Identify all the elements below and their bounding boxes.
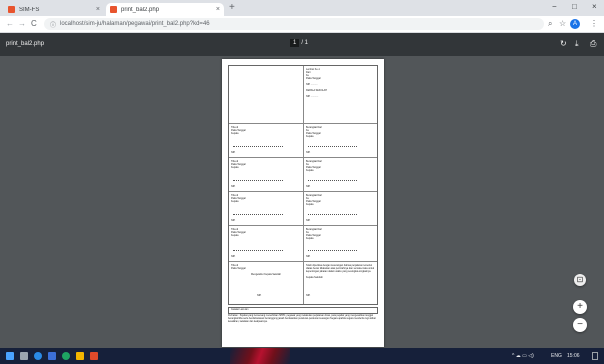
table-cell: Telah diperiksa dengan keterangan bahwa … (306, 264, 375, 297)
address-bar[interactable]: ⓘ localhost/sim-ju/halaman/pegawai/print… (44, 18, 544, 30)
new-tab-button[interactable]: + (229, 3, 235, 13)
document-note: Catatan Lain-lain Perhatian : Pejabat ya… (228, 307, 378, 324)
zoom-in-button[interactable]: + (573, 300, 587, 314)
language-indicator[interactable]: ENG (551, 353, 562, 359)
back-icon[interactable]: ← (6, 19, 14, 28)
table-cell (229, 66, 304, 124)
table-cell: Tiba di Pada Tanggal Kepala NIP. (229, 226, 304, 262)
bookmark-star-icon[interactable]: ☆ (559, 19, 566, 28)
pdf-viewer[interactable]: Lembar Ke-1 Dari Ke Pada Tanggal NIP. .....… (0, 56, 604, 348)
document-table: Lembar Ke-1 Dari Ke Pada Tanggal NIP. .....… (228, 65, 378, 305)
info-icon[interactable]: ⓘ (50, 20, 56, 29)
table-cell: Berangkat Dari Ke Pada Tanggal Kepala NIP. (304, 192, 377, 226)
table-cell: Tiba di Pada Tanggal Mengetahui Kepala Se… (229, 262, 304, 304)
windows-icon[interactable] (6, 352, 14, 360)
table-cell: Lembar Ke-1 Dari Ke Pada Tanggal NIP. .....… (304, 66, 377, 124)
tab-close-icon[interactable]: × (216, 6, 220, 13)
app-icon[interactable] (48, 352, 56, 360)
pdf-toolbar: print_bal2.php 1/ 1 ↻ ⤓ ⎙ (0, 33, 604, 56)
table-cell: Tiba di Pada Tanggal Kepala NIP. (229, 158, 304, 192)
maximize-icon[interactable]: □ (572, 2, 577, 11)
app-icon[interactable] (90, 352, 98, 360)
tab-label: SIM-FS (19, 6, 40, 13)
table-cell: Tiba di Pada Tanggal Kepala NIP. (229, 124, 304, 158)
table-cell: Berangkat Dari Ke Pada Tanggal Kepala NIP. (304, 124, 377, 158)
site-favicon-icon (110, 6, 117, 13)
url-text: localhost/sim-ju/halaman/pegawai/print_b… (60, 21, 210, 27)
pdf-page: Lembar Ke-1 Dari Ke Pada Tanggal NIP. .....… (222, 59, 384, 347)
rotate-icon[interactable]: ↻ (560, 39, 567, 48)
tab-strip: SIM-FS × print_bal2.php × + − □ × (0, 0, 604, 16)
catatan-label: Catatan Lain-lain (228, 307, 378, 314)
note-text: Perhatian : Pejabat yang berwenang mener… (228, 315, 376, 323)
download-icon[interactable]: ⤓ (575, 39, 579, 49)
windows-taskbar: ^ ☁ ▭ ◁) ENG 15:06 (0, 348, 604, 364)
table-cell: Berangkat Dari Ke Pada Tanggal Kepala NIP. (304, 226, 377, 262)
zoom-out-button[interactable]: − (573, 318, 587, 332)
forward-icon[interactable]: → (18, 19, 26, 28)
reload-icon[interactable]: C (31, 19, 37, 28)
minimize-icon[interactable]: − (552, 2, 557, 11)
tab-print-bal2[interactable]: print_bal2.php × (106, 3, 224, 16)
chrome-icon[interactable] (62, 352, 70, 360)
edge-icon[interactable] (34, 352, 42, 360)
table-cell: Tiba di Pada Tanggal Kepala NIP. (229, 192, 304, 226)
clock[interactable]: 15:06 (567, 353, 580, 359)
tab-close-icon[interactable]: × (96, 6, 100, 13)
tab-label: print_bal2.php (121, 6, 160, 13)
site-favicon-icon (8, 6, 15, 13)
fit-to-page-button[interactable]: ⊡ (574, 274, 586, 286)
page-number-input[interactable]: 1 (290, 39, 300, 47)
profile-avatar[interactable]: A (570, 19, 580, 29)
file-explorer-icon[interactable] (76, 352, 84, 360)
page-indicator: 1/ 1 (290, 39, 309, 47)
menu-icon[interactable]: ⋮ (590, 19, 598, 28)
task-view-icon[interactable] (20, 352, 28, 360)
browser-toolbar: ← → C ⓘ localhost/sim-ju/halaman/pegawai… (0, 16, 604, 33)
page-total: / 1 (301, 40, 309, 46)
wallpaper-strip (230, 348, 290, 364)
pdf-title: print_bal2.php (6, 41, 45, 47)
zoom-icon[interactable]: ⌕ (548, 19, 552, 29)
tab-sim-fs[interactable]: SIM-FS × (4, 3, 104, 16)
notification-icon[interactable] (592, 352, 598, 360)
close-window-icon[interactable]: × (592, 2, 597, 11)
system-tray-icons[interactable]: ^ ☁ ▭ ◁) (512, 353, 534, 359)
table-cell: Berangkat Dari Ke Pada Tanggal Kepala NIP. (304, 158, 377, 192)
print-icon[interactable]: ⎙ (590, 39, 596, 49)
